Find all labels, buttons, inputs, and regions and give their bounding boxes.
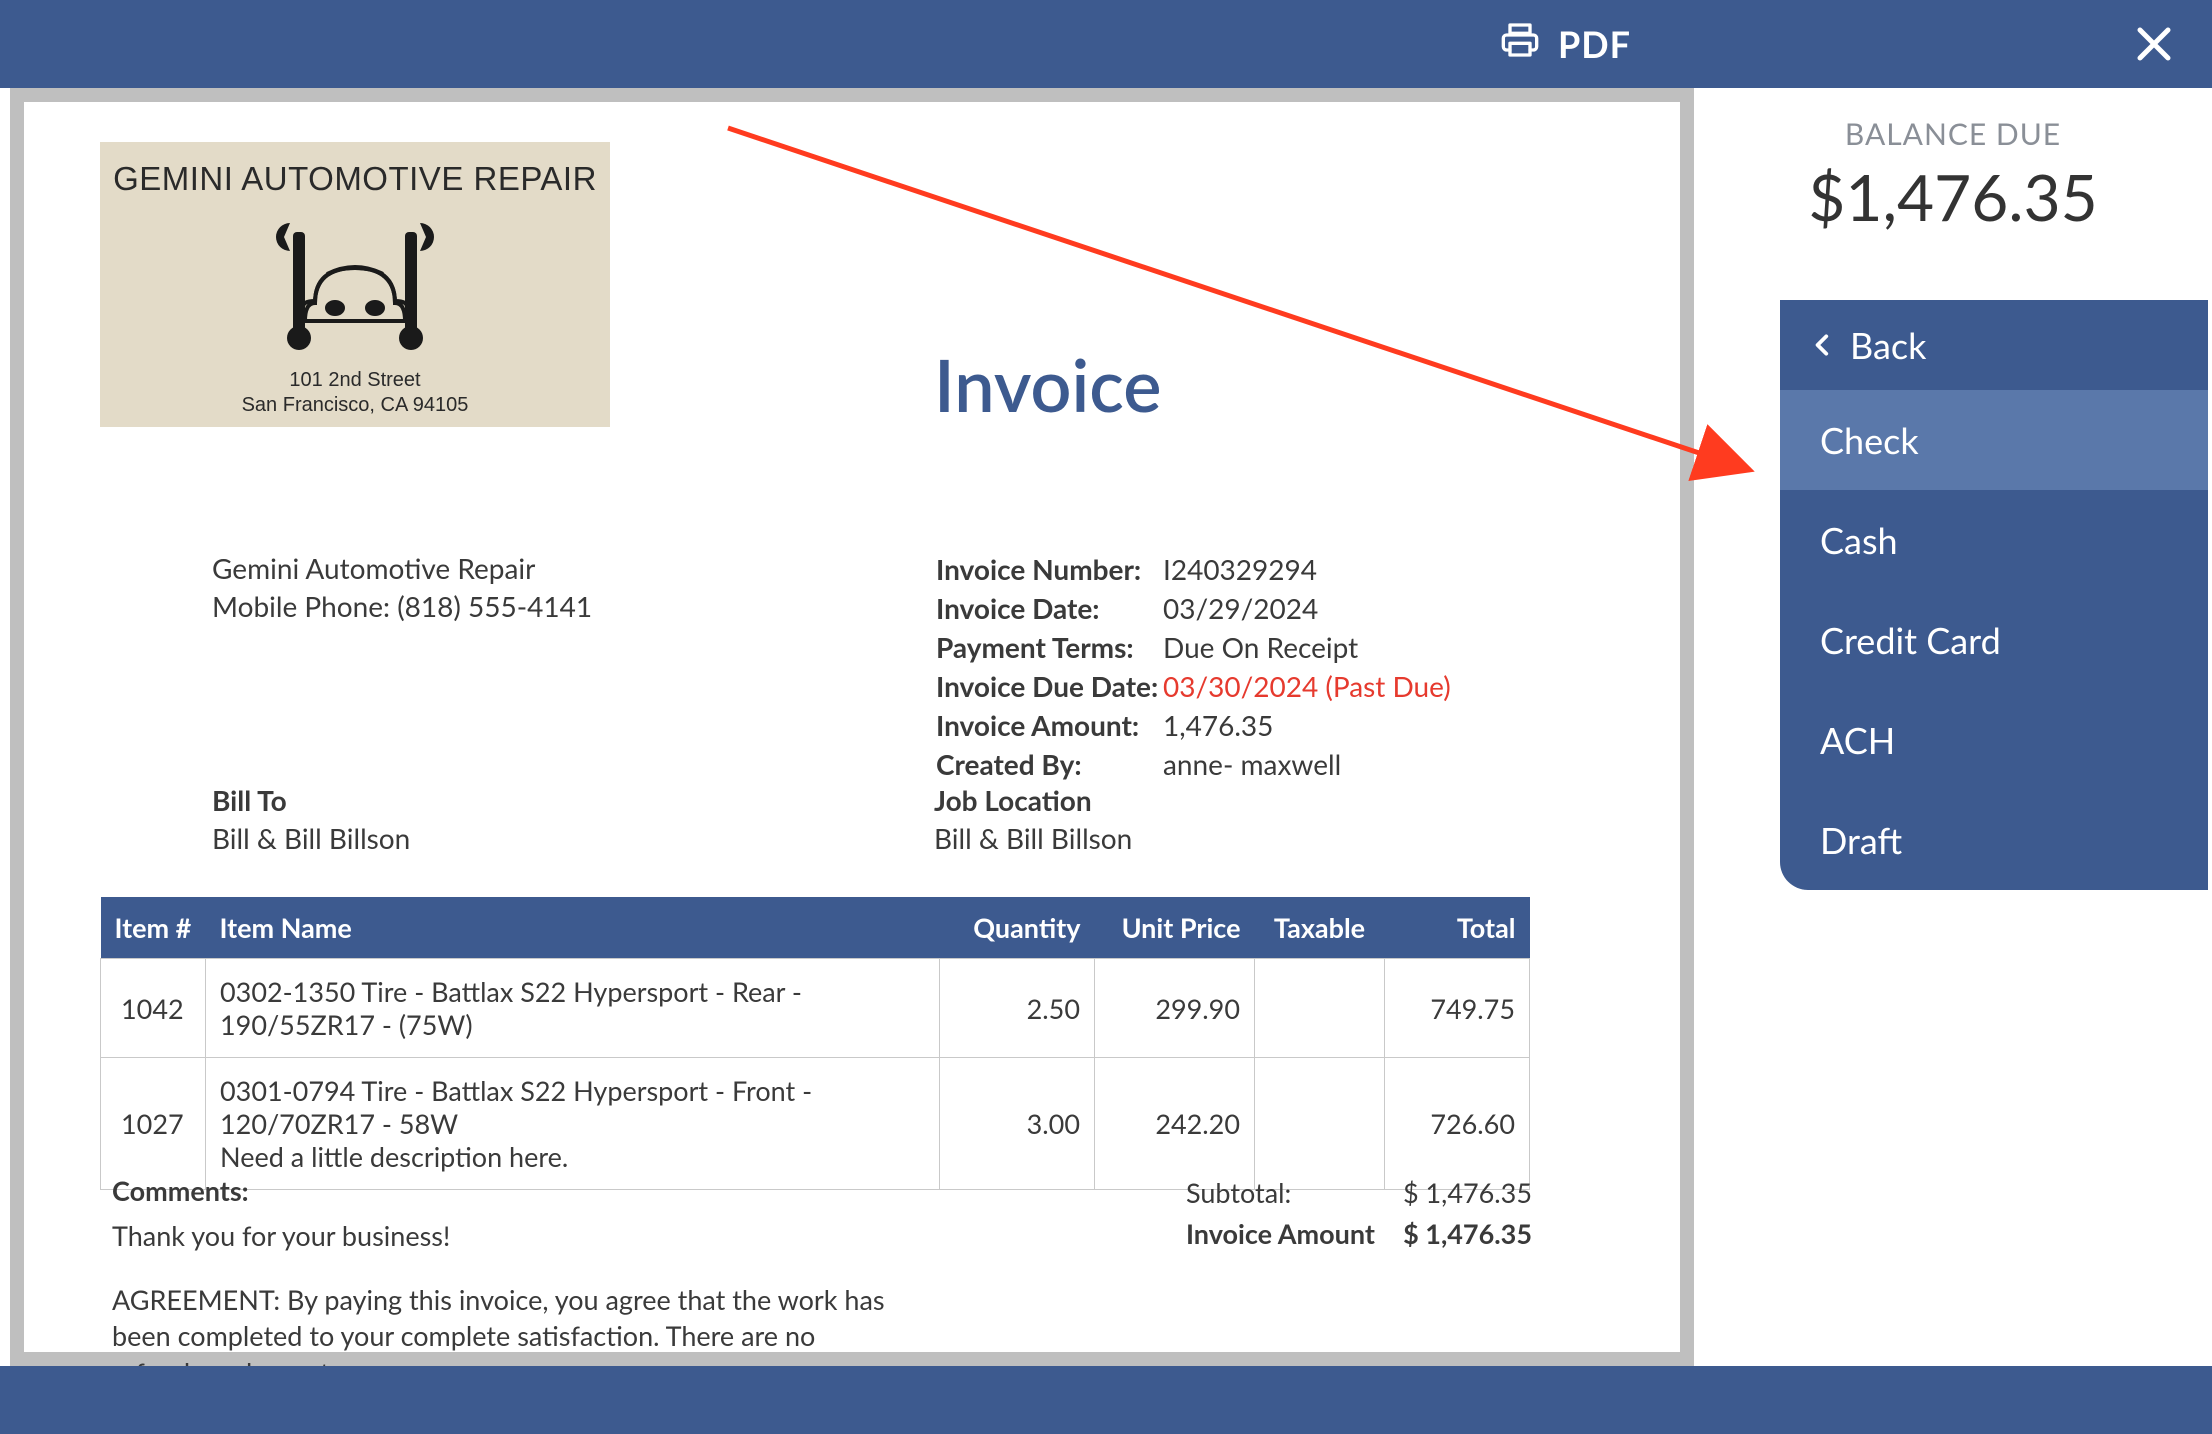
invoice-amount-value: 1,476.35 bbox=[1163, 708, 1451, 745]
invoice-amount-label: Invoice Amount: bbox=[936, 708, 1161, 745]
bill-to-heading: Bill To bbox=[212, 782, 410, 820]
document-viewport[interactable]: GEMINI AUTOMOTIVE REPAIR bbox=[10, 88, 1694, 1366]
col-taxable: Taxable bbox=[1255, 897, 1385, 959]
invoice-due-date-label: Invoice Due Date: bbox=[936, 669, 1161, 706]
created-by-value: anne- maxwell bbox=[1163, 747, 1451, 784]
pdf-label: PDF bbox=[1558, 22, 1631, 66]
payment-terms-label: Payment Terms: bbox=[936, 630, 1161, 667]
cell-quantity: 2.50 bbox=[940, 959, 1095, 1058]
cell-item-name: 0302-1350 Tire - Battlax S22 Hypersport … bbox=[206, 959, 940, 1058]
invoice-meta-block: Invoice Number: I240329294 Invoice Date:… bbox=[934, 550, 1453, 786]
company-name: GEMINI AUTOMOTIVE REPAIR bbox=[100, 160, 610, 198]
col-quantity: Quantity bbox=[940, 897, 1095, 959]
invoice-number-value: I240329294 bbox=[1163, 552, 1451, 589]
comments-block: Comments: Thank you for your business! A… bbox=[112, 1174, 912, 1366]
cell-unit-price: 299.90 bbox=[1095, 959, 1255, 1058]
company-addr-line1: 101 2nd Street bbox=[100, 368, 610, 393]
comments-heading: Comments: bbox=[112, 1174, 912, 1207]
company-contact-phone: Mobile Phone: (818) 555-4141 bbox=[212, 588, 592, 626]
invoice-amount-total-label: Invoice Amount bbox=[1186, 1217, 1390, 1256]
invoice-date-label: Invoice Date: bbox=[936, 591, 1161, 628]
line-items-table: Item # Item Name Quantity Unit Price Tax… bbox=[100, 897, 1530, 1190]
company-logo-card: GEMINI AUTOMOTIVE REPAIR bbox=[100, 142, 610, 427]
cell-total: 749.75 bbox=[1385, 959, 1530, 1058]
cell-item-no: 1042 bbox=[101, 959, 206, 1058]
balance-due-label: BALANCE DUE bbox=[1694, 116, 2212, 152]
col-item-name: Item Name bbox=[206, 897, 940, 959]
payment-terms-value: Due On Receipt bbox=[1163, 630, 1451, 667]
subtotal-value: $ 1,476.35 bbox=[1392, 1176, 1532, 1215]
cell-item-name: 0301-0794 Tire - Battlax S22 Hypersport … bbox=[206, 1058, 940, 1190]
company-addr-line2: San Francisco, CA 94105 bbox=[100, 393, 610, 418]
close-button[interactable] bbox=[2130, 20, 2178, 68]
col-item-no: Item # bbox=[101, 897, 206, 959]
payment-menu-back-label: Back bbox=[1850, 323, 1926, 367]
created-by-label: Created By: bbox=[936, 747, 1161, 784]
cell-taxable bbox=[1255, 959, 1385, 1058]
job-location-heading: Job Location bbox=[934, 782, 1132, 820]
payment-option-draft[interactable]: Draft bbox=[1780, 790, 2208, 890]
payment-method-menu: Back CheckCashCredit CardACHDraft bbox=[1780, 300, 2208, 890]
cell-total: 726.60 bbox=[1385, 1058, 1530, 1190]
payment-option-ach[interactable]: ACH bbox=[1780, 690, 2208, 790]
print-icon bbox=[1500, 20, 1540, 68]
payment-option-check[interactable]: Check bbox=[1780, 390, 2208, 490]
cell-taxable bbox=[1255, 1058, 1385, 1190]
invoice-number-label: Invoice Number: bbox=[936, 552, 1161, 589]
table-header-row: Item # Item Name Quantity Unit Price Tax… bbox=[101, 897, 1530, 959]
invoice-document: GEMINI AUTOMOTIVE REPAIR bbox=[24, 102, 1680, 1352]
invoice-amount-total-value: $ 1,476.35 bbox=[1392, 1217, 1532, 1256]
top-bar: PDF bbox=[0, 0, 2212, 88]
comments-thanks: Thank you for your business! bbox=[112, 1219, 912, 1252]
job-location-block: Job Location Bill & Bill Billson bbox=[934, 782, 1132, 858]
bottom-bar bbox=[0, 1366, 2212, 1434]
company-contact-block: Gemini Automotive Repair Mobile Phone: (… bbox=[212, 550, 592, 626]
totals-block: Subtotal: $ 1,476.35 Invoice Amount $ 1,… bbox=[1184, 1174, 1534, 1258]
cell-item-no: 1027 bbox=[101, 1058, 206, 1190]
table-row: 10420302-1350 Tire - Battlax S22 Hypersp… bbox=[101, 959, 1530, 1058]
company-contact-name: Gemini Automotive Repair bbox=[212, 550, 592, 588]
job-location-value: Bill & Bill Billson bbox=[934, 820, 1132, 858]
col-unit-price: Unit Price bbox=[1095, 897, 1255, 959]
car-wrench-icon bbox=[245, 208, 465, 358]
payment-menu-back[interactable]: Back bbox=[1780, 300, 2208, 390]
comments-agreement: AGREEMENT: By paying this invoice, you a… bbox=[112, 1282, 912, 1366]
subtotal-label: Subtotal: bbox=[1186, 1176, 1390, 1215]
invoice-due-date-value: 03/30/2024 (Past Due) bbox=[1163, 669, 1451, 706]
chevron-left-icon bbox=[1810, 327, 1836, 363]
table-row: 10270301-0794 Tire - Battlax S22 Hypersp… bbox=[101, 1058, 1530, 1190]
invoice-date-value: 03/29/2024 bbox=[1163, 591, 1451, 628]
payment-option-credit-card[interactable]: Credit Card bbox=[1780, 590, 2208, 690]
cell-unit-price: 242.20 bbox=[1095, 1058, 1255, 1190]
pdf-button[interactable]: PDF bbox=[1500, 20, 1631, 68]
bill-to-value: Bill & Bill Billson bbox=[212, 820, 410, 858]
col-total: Total bbox=[1385, 897, 1530, 959]
payment-option-cash[interactable]: Cash bbox=[1780, 490, 2208, 590]
cell-quantity: 3.00 bbox=[940, 1058, 1095, 1190]
document-title: Invoice bbox=[934, 342, 1161, 428]
bill-to-block: Bill To Bill & Bill Billson bbox=[212, 782, 410, 858]
balance-due-amount: $1,476.35 bbox=[1694, 158, 2212, 235]
